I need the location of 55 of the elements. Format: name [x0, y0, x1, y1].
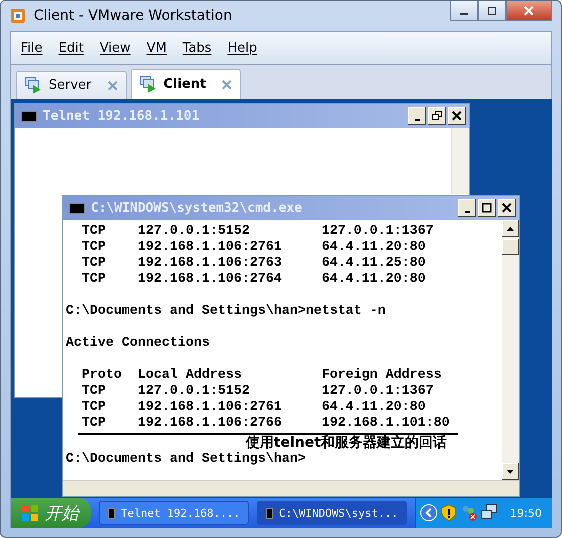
console-line: TCP 192.168.1.106:2761 64.4.11.20:80 — [80, 240, 427, 256]
close-icon — [452, 111, 462, 121]
menu-item[interactable]: Edit — [58, 40, 84, 56]
console-line: TCP 192.168.1.106:2763 64.4.11.25:80 — [80, 256, 427, 272]
scrollbar[interactable] — [451, 128, 469, 194]
console-line: Active Connections — [66, 336, 211, 352]
vm-tab[interactable]: Server — [16, 71, 127, 99]
console-icon — [21, 110, 37, 122]
vm-tab[interactable]: Client — [130, 69, 242, 99]
menu-item[interactable]: File — [21, 40, 43, 56]
taskbar-button[interactable]: C:\WINDOWS\syst... — [257, 501, 408, 525]
console-line: TCP 192.168.1.106:2764 64.4.11.20:80 — [80, 272, 427, 288]
minimize-icon — [414, 119, 420, 121]
vm-play-icon — [25, 76, 43, 94]
annotation-text: 使用telnet和服务器建立的回话 — [246, 435, 448, 452]
scroll-up-icon[interactable] — [502, 220, 519, 237]
console-line: TCP 127.0.0.1:5152 127.0.0.1:1367 — [80, 224, 435, 240]
window-title: C:\WINDOWS\system32\cmd.exe — [91, 200, 304, 216]
network-error-icon[interactable] — [460, 504, 478, 522]
maximize-icon — [482, 203, 492, 213]
restore-button[interactable] — [428, 107, 446, 125]
minimize-icon — [460, 12, 468, 14]
close-icon — [502, 203, 512, 213]
console-line: TCP 192.168.1.106:2761 64.4.11.20:80 — [80, 400, 427, 416]
console-icon — [69, 202, 85, 214]
console-line: TCP 192.168.1.106:2766 192.168.1.101:80 — [80, 416, 451, 432]
menu-item[interactable]: VM — [146, 40, 167, 56]
scroll-thumb[interactable] — [502, 239, 519, 255]
console-line: Proto Local Address Foreign Address — [80, 368, 443, 384]
vm-play-icon — [140, 76, 158, 94]
restore-icon — [432, 111, 442, 121]
close-icon[interactable] — [222, 80, 232, 90]
network-computers-icon[interactable] — [481, 504, 500, 522]
app-logo-icon — [10, 8, 26, 24]
scroll-down-icon[interactable] — [502, 463, 519, 480]
minimize-button[interactable] — [450, 1, 478, 21]
window-title: Client - VMware Workstation — [34, 8, 234, 24]
window-title: Telnet 192.168.1.101 — [43, 108, 201, 124]
clock: 19:50 — [510, 506, 542, 520]
console-line: C:\Documents and Settings\han>netstat -n — [66, 304, 387, 320]
maximize-icon — [486, 6, 498, 16]
console-line: TCP 127.0.0.1:5152 127.0.0.1:1367 — [80, 384, 435, 400]
chevron-icon[interactable] — [420, 504, 438, 522]
minimize-icon — [464, 211, 470, 213]
close-icon — [523, 6, 535, 16]
maximize-button[interactable] — [478, 1, 506, 21]
taskbar-button[interactable]: Telnet 192.168.... — [99, 501, 250, 525]
scrollbar[interactable] — [502, 220, 519, 480]
start-button[interactable]: 开始 — [11, 498, 92, 528]
menu-item[interactable]: View — [100, 40, 131, 56]
console-line: C:\Documents and Settings\han> — [66, 452, 307, 468]
windows-flag-icon — [21, 504, 39, 522]
menu-item[interactable]: Tabs — [182, 40, 212, 56]
menu-item[interactable]: Help — [228, 40, 258, 56]
shield-icon[interactable] — [441, 504, 458, 522]
